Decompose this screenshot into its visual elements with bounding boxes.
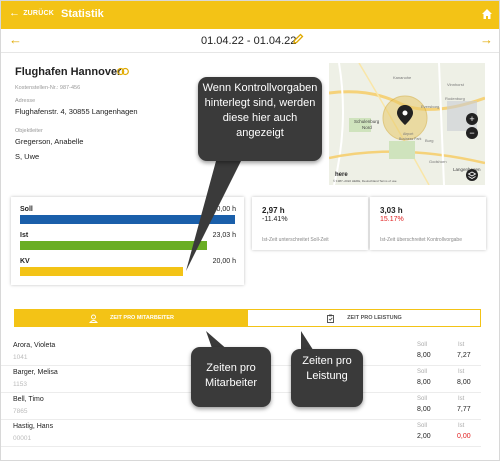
cost-center: Kostenstellen-Nr.: 987-456 <box>15 85 81 91</box>
stat-value: 2,97 h <box>262 206 285 215</box>
map-label: Vinnhorst <box>447 82 465 87</box>
layers-icon[interactable] <box>466 169 478 181</box>
pencil-icon[interactable] <box>292 33 304 45</box>
top-bar: ← ZURÜCK Statistik <box>1 1 499 29</box>
manager-2: S, Uwe <box>15 152 40 161</box>
stat-description: Ist-Zeit unterschreitet Soll-Zeit <box>262 237 329 243</box>
address-value: Flughafenstr. 4, 30855 Langenhagen <box>15 107 138 116</box>
employee-id: 00001 <box>13 435 32 442</box>
stat-percent: -11.41% <box>262 216 288 223</box>
address-label: Adresse <box>15 98 36 104</box>
employee-id: 1153 <box>13 381 27 388</box>
manager-1: Gregerson, Anabelle <box>15 137 84 146</box>
employee-name: Barger, Melisa <box>13 369 58 376</box>
map-label: Nord <box>362 125 372 130</box>
map-canvas: Kananohe Vinnhorst Eversborg Godshorn Sc… <box>329 63 485 185</box>
callout-mitarbeiter: Zeiten pro Mitarbeiter <box>191 347 271 407</box>
ist-value: 23,03 h <box>212 232 236 239</box>
map-copyright: © 1987–2022 HERE, Deutschland Terms of u… <box>333 179 397 183</box>
stat-value: 3,03 h <box>380 206 403 215</box>
manager-label: Objektleiter <box>15 128 43 134</box>
tab-per-employee-label: ZEIT PRO MITARBEITER <box>109 315 175 321</box>
ist-hours: 8,00 <box>457 379 471 386</box>
tab-per-service[interactable]: ZEIT PRO LEISTUNG <box>248 310 480 326</box>
soll-header: Soll <box>417 369 428 375</box>
location-name: Flughafen Hannover <box>15 66 122 78</box>
soll-hours: 8,00 <box>417 352 431 359</box>
ist-header: Ist <box>458 423 465 429</box>
map-label: Rodenburg <box>445 96 465 101</box>
back-label: ZURÜCK <box>23 9 54 17</box>
stat-description: Ist-Zeit überschreitet Kontrollvorgabe <box>380 237 462 243</box>
map-label: Burg <box>425 138 433 143</box>
tab-per-employee[interactable]: ZEIT PRO MITARBEITER <box>15 310 248 326</box>
soll-hours: 8,00 <box>417 406 431 413</box>
ist-label: Ist <box>20 232 29 239</box>
map-label: Schulenburg <box>354 119 380 124</box>
employee-name: Bell, Timo <box>13 396 44 403</box>
soll-header: Soll <box>417 396 428 402</box>
date-range[interactable]: 01.04.22 - 01.04.22 <box>201 35 296 47</box>
soll-value: 20,00 h <box>212 206 236 213</box>
ist-hours: 7,77 <box>457 406 471 413</box>
kv-value: 20,00 h <box>212 258 236 265</box>
callout-kontrollvorgaben: Wenn Kontrollvorgaben hinterlegt sind, w… <box>198 77 322 161</box>
soll-hours: 2,00 <box>417 433 431 440</box>
next-date-icon[interactable]: → <box>480 32 493 47</box>
link-icon[interactable] <box>117 67 129 76</box>
map-label: Kananohe <box>393 75 412 80</box>
page-title: Statistik <box>61 8 104 20</box>
ist-hours: 7,27 <box>457 352 471 359</box>
map-label: Airport <box>403 132 413 136</box>
svg-text:+: + <box>469 114 474 124</box>
time-bars-card: Soll 20,00 h Ist 23,03 h KV 20,00 h <box>11 197 244 285</box>
map-label: Eversborg <box>421 104 439 109</box>
ist-bar <box>20 241 207 250</box>
soll-hours: 8,00 <box>417 379 431 386</box>
stat-percent: 15.17% <box>380 216 404 223</box>
map-label: Godshorn <box>429 159 447 164</box>
employee-id: 1041 <box>13 354 28 361</box>
previous-date-icon[interactable]: ← <box>9 32 22 47</box>
tab-per-service-label: ZEIT PRO LEISTUNG <box>347 315 402 321</box>
stat-card-kv: 3,03 h 15.17% Ist-Zeit überschreitet Kon… <box>370 197 486 250</box>
date-bar: ← 01.04.22 - 01.04.22 → <box>1 29 499 53</box>
ist-header: Ist <box>458 369 465 375</box>
soll-header: Soll <box>417 342 428 348</box>
view-tabs: ZEIT PRO MITARBEITER ZEIT PRO LEISTUNG <box>14 309 481 327</box>
svg-text:−: − <box>469 128 474 138</box>
arrow-left-icon: ← <box>9 7 21 19</box>
kv-label: KV <box>20 258 30 265</box>
employee-name: Arora, Violeta <box>13 342 56 349</box>
ist-header: Ist <box>458 396 465 402</box>
location-map[interactable]: Kananohe Vinnhorst Eversborg Godshorn Sc… <box>329 63 485 185</box>
map-label: Langenhagen <box>453 167 481 172</box>
here-logo: here <box>335 172 348 178</box>
employee-row[interactable]: Hastig, Hans 00001 Soll Ist 2,00 0,00 <box>1 420 481 447</box>
kv-bar <box>20 267 183 276</box>
statistics-screen: ← ZURÜCK Statistik ← 01.04.22 - 01.04.22… <box>0 0 500 461</box>
map-label: Business Park <box>399 137 422 141</box>
callout-leistung: Zeiten pro Leistung <box>291 349 363 407</box>
ist-hours: 0,00 <box>457 433 471 440</box>
soll-label: Soll <box>20 206 33 213</box>
person-icon <box>88 314 98 323</box>
back-button[interactable]: ← ZURÜCK <box>9 7 54 19</box>
clipboard-icon <box>327 314 335 323</box>
employee-name: Hastig, Hans <box>13 423 54 430</box>
home-icon[interactable] <box>481 8 493 20</box>
stat-card-soll: 2,97 h -11.41% Ist-Zeit unterschreitet S… <box>252 197 368 250</box>
employee-id: 7865 <box>13 408 28 415</box>
ist-header: Ist <box>458 342 465 348</box>
soll-header: Soll <box>417 423 428 429</box>
soll-bar <box>20 215 235 224</box>
